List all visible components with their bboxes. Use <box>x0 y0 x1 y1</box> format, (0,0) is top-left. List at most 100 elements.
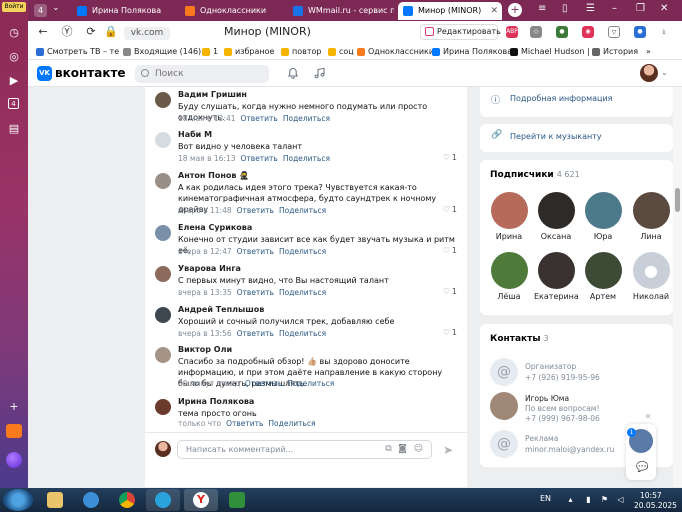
like-button[interactable]: ♡ 1 <box>443 205 457 214</box>
ie-icon[interactable] <box>74 489 108 511</box>
tab-wmmail[interactable]: WMmail.ru - сервис по <box>288 2 394 20</box>
address-page-title[interactable]: Минор (MINOR) <box>224 25 311 38</box>
app-green-icon[interactable] <box>220 489 254 511</box>
reply-link[interactable]: Ответить <box>226 419 263 428</box>
comment-author[interactable]: Наби М <box>178 130 212 139</box>
share-link[interactable]: Поделиться <box>279 329 326 338</box>
share-link[interactable]: Поделиться <box>279 247 326 256</box>
clock-time[interactable]: 10:57 <box>640 491 662 500</box>
avatar[interactable] <box>155 266 171 282</box>
avatar[interactable] <box>155 399 171 415</box>
minimize-icon[interactable]: – <box>612 3 617 14</box>
comment-time[interactable]: только что <box>178 419 221 428</box>
avatar[interactable] <box>155 307 171 323</box>
scrollbar-thumb[interactable] <box>675 188 680 212</box>
url-host[interactable]: vk.com <box>124 27 170 40</box>
bookmark-soc[interactable]: соц <box>328 46 354 58</box>
video-icon[interactable]: ▶ <box>7 74 21 88</box>
yandex-icon[interactable]: Ⓨ <box>60 25 74 39</box>
comment-time[interactable]: вчера в 13:56 <box>178 329 232 338</box>
explorer-icon[interactable] <box>38 489 72 511</box>
comment-time[interactable]: 30 минут назад <box>178 379 240 388</box>
language-indicator[interactable]: EN <box>540 494 551 503</box>
menu-icon[interactable]: ☰ <box>586 3 595 14</box>
comment-time[interactable]: вчера в 13:35 <box>178 288 232 297</box>
yandex-browser-icon[interactable]: Y <box>184 489 218 511</box>
avatar[interactable] <box>640 64 658 82</box>
chevron-down-icon[interactable]: ⌄ <box>52 3 60 13</box>
bookmark-irina[interactable]: Ирина Полякова <box>432 46 512 58</box>
mail-icon[interactable] <box>6 424 22 438</box>
comment-time[interactable]: 18 мая в 12:41 <box>178 114 236 123</box>
bookmark-tv[interactable]: Смотреть ТВ – те <box>36 46 119 58</box>
like-button[interactable]: ♡ 1 <box>443 153 457 162</box>
chrome-icon[interactable] <box>110 489 144 511</box>
comment-author[interactable]: Вадим Гришин <box>178 90 247 99</box>
subscriber[interactable]: Артем <box>581 252 625 301</box>
bookmark-1[interactable]: 1 <box>202 46 218 58</box>
avatar[interactable] <box>155 92 171 108</box>
subscriber[interactable]: Юра <box>581 192 625 241</box>
like-button[interactable]: ♡ 1 <box>443 246 457 255</box>
comment-time[interactable]: вчера в 11:48 <box>178 206 232 215</box>
share-link[interactable]: Поделиться <box>283 114 330 123</box>
close-tab-icon[interactable]: ✕ <box>490 2 498 20</box>
bookmark-history[interactable]: История <box>592 46 638 58</box>
reply-link[interactable]: Ответить <box>237 247 274 256</box>
tray-arrow-icon[interactable]: ▴ <box>566 495 575 504</box>
reply-link[interactable]: Ответить <box>237 206 274 215</box>
tab-count-icon[interactable]: 4 <box>8 98 19 109</box>
emoji-icon[interactable]: ☺ <box>413 444 424 455</box>
chevron-down-icon[interactable]: ⌄ <box>661 68 668 77</box>
comment-author[interactable]: Антон Понов 🥷 <box>178 171 249 180</box>
like-button[interactable]: ♡ 1 <box>443 287 457 296</box>
share-link[interactable]: Поделиться <box>287 379 334 388</box>
avatar[interactable] <box>155 173 171 189</box>
new-tab-button[interactable]: + <box>508 3 522 17</box>
comment-author[interactable]: Андрей Теплышов <box>178 305 264 314</box>
subscriber[interactable]: Ирина <box>487 192 531 241</box>
tab-minor[interactable]: Минор (MINOR) ✕ <box>398 2 502 20</box>
tabs-menu-icon[interactable]: ≡ <box>538 3 546 14</box>
bell-icon[interactable] <box>287 67 299 79</box>
comment-author[interactable]: Уварова Инга <box>178 264 241 273</box>
messenger-widget[interactable]: 1 💬 <box>626 424 656 480</box>
start-button[interactable] <box>3 489 33 511</box>
reply-link[interactable]: Ответить <box>237 329 274 338</box>
reply-link[interactable]: Ответить <box>245 379 282 388</box>
like-button[interactable]: ♡ 1 <box>443 328 457 337</box>
subscriber[interactable]: Екатерина <box>534 252 579 301</box>
telegram-icon[interactable] <box>146 489 180 511</box>
music-icon[interactable] <box>314 67 326 79</box>
network-icon[interactable]: ▮ <box>584 495 593 504</box>
chat-icon[interactable]: 💬 <box>636 462 648 473</box>
avatar[interactable] <box>155 347 171 363</box>
bookmark-povtor[interactable]: повтор <box>281 46 321 58</box>
comment-author[interactable]: Елена Сурикова <box>178 223 252 232</box>
attach-icon[interactable]: ⧉ <box>383 444 394 455</box>
add-panel-icon[interactable]: + <box>7 400 21 414</box>
flag-icon[interactable]: ⚑ <box>600 495 609 504</box>
adblock-icon[interactable]: ABP <box>506 26 518 38</box>
subscribers-title[interactable]: Подписчики 4 621 <box>490 170 580 180</box>
vk-logo-text[interactable]: вконтакте <box>55 66 126 80</box>
scrollbar[interactable] <box>673 87 682 487</box>
reply-link[interactable]: Ответить <box>241 154 278 163</box>
tab-irina[interactable]: Ирина Полякова <box>72 2 176 20</box>
close-window-icon[interactable]: ✕ <box>660 3 668 14</box>
camera-icon[interactable]: ◙ <box>397 444 408 455</box>
search-input[interactable] <box>135 65 269 83</box>
alice-icon[interactable]: ◎ <box>7 50 21 64</box>
extension-icon[interactable]: ◇ <box>530 26 542 38</box>
send-icon[interactable]: ➤ <box>443 443 453 457</box>
contact-name[interactable]: Игорь Юма <box>525 394 569 403</box>
go-to-musician-link[interactable]: Перейти к музыканту <box>510 132 602 141</box>
subscriber[interactable]: Оксана <box>534 192 578 241</box>
comment-author[interactable]: Виктор Оли <box>178 345 232 354</box>
back-icon[interactable]: ← <box>36 25 50 39</box>
more-bookmarks-icon[interactable]: » <box>646 46 651 58</box>
comment-time[interactable]: 18 мая в 16:13 <box>178 154 236 163</box>
refresh-icon[interactable]: ⟳ <box>84 25 98 39</box>
subscriber[interactable]: Лина <box>629 192 673 241</box>
comment-author[interactable]: Ирина Полякова <box>178 397 254 406</box>
